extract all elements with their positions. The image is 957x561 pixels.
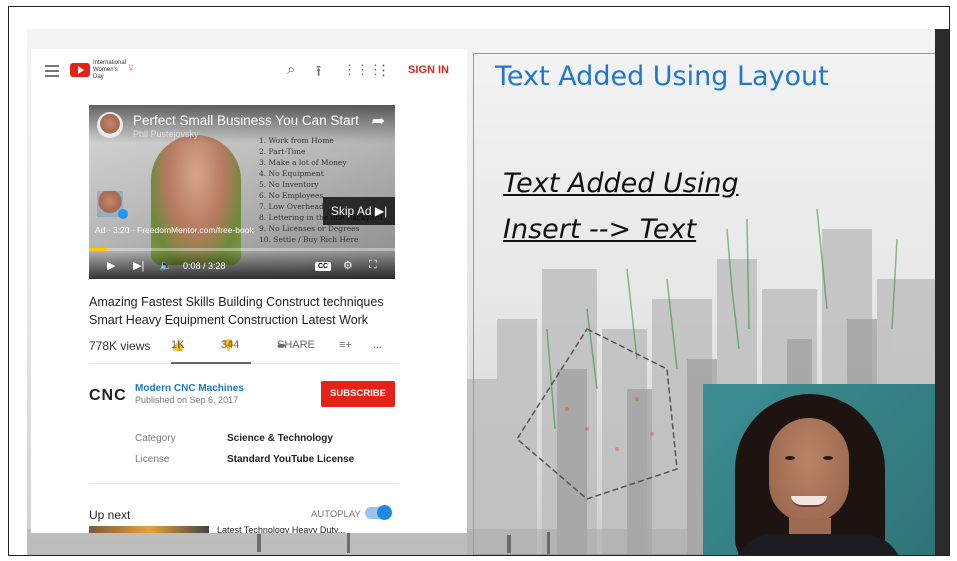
youtube-header: International Women's Day ♀ ⌕ ⭱ ⋮⋮⋮ ⋮ SI…: [31, 49, 467, 93]
player-video-title[interactable]: Perfect Small Business You Can Start: [133, 113, 359, 128]
next-video-title[interactable]: Latest Technology Heavy Duty...: [217, 525, 345, 533]
presentation-slide: Text Added Using Layout Text Added Using…: [27, 29, 949, 555]
more-vert-icon[interactable]: ⋮: [376, 61, 391, 79]
up-next-heading: Up next: [89, 508, 131, 522]
screen-frame: Text Added Using Layout Text Added Using…: [8, 6, 950, 556]
menu-icon[interactable]: [45, 65, 59, 80]
time-display: 0:08 / 3:28: [183, 261, 226, 271]
like-count: 1K: [171, 339, 185, 351]
channel-logo[interactable]: CNC: [89, 387, 127, 405]
category-value[interactable]: Science & Technology: [227, 433, 333, 444]
search-icon[interactable]: ⌕: [287, 61, 295, 78]
player-controls: ▶ ▶| 🔈 0:08 / 3:28 CC ⚙ ⛶: [89, 251, 395, 279]
more-actions-button[interactable]: ...: [373, 339, 382, 351]
layout-title-text[interactable]: Text Added Using Layout: [495, 61, 829, 92]
autoplay-label: AUTOPLAY: [311, 509, 361, 520]
metadata-divider: [89, 483, 399, 484]
video-player[interactable]: 1. Work from Home2. Part-Time 3. Make a …: [89, 105, 395, 279]
ad-info-icon[interactable]: [118, 209, 128, 219]
skip-ad-button[interactable]: Skip Ad ▶|: [323, 197, 395, 225]
upload-icon[interactable]: ⭱: [316, 61, 321, 86]
webcam-overlay: [703, 384, 935, 555]
add-to-playlist-icon[interactable]: ≡+: [339, 339, 352, 351]
category-label: Category: [135, 433, 176, 444]
license-value: Standard YouTube License: [227, 454, 355, 465]
play-icon[interactable]: ▶: [107, 259, 115, 272]
publish-date: Published on Sep 6, 2017: [135, 395, 239, 405]
autoplay-toggle[interactable]: [365, 505, 392, 520]
like-ratio-bar: [171, 362, 251, 364]
venus-symbol-icon: ♀: [126, 60, 136, 75]
video-headline: Amazing Fastest Skills Building Construc…: [89, 295, 384, 327]
captions-icon[interactable]: CC: [315, 259, 332, 271]
video-stats-row: 778K views 👍 1K 👎 344 ➦ SHARE ≡+ ...: [89, 339, 395, 359]
webcam-eye-right: [823, 456, 833, 460]
next-icon[interactable]: ▶|: [133, 259, 144, 272]
slide-edge: [935, 29, 949, 555]
share-label: SHARE: [277, 339, 315, 351]
youtube-logo-icon[interactable]: [70, 63, 90, 77]
webcam-eye-left: [785, 456, 795, 460]
inserted-text-line-2: Insert --> Text: [503, 214, 697, 245]
sign-in-button[interactable]: SIGN IN: [408, 64, 449, 76]
subscribe-button[interactable]: SUBSCRIBE: [321, 381, 395, 407]
player-channel-name[interactable]: Phil Pustejovsky: [133, 129, 199, 139]
webcam-shirt: [733, 534, 903, 555]
volume-icon[interactable]: 🔈: [159, 259, 173, 272]
logo-caption: International Women's Day: [93, 60, 127, 80]
view-count: 778K views: [89, 339, 151, 353]
settings-gear-icon[interactable]: ⚙: [343, 259, 353, 272]
owner-channel-name[interactable]: Modern CNC Machines: [135, 383, 244, 394]
inserted-text-box[interactable]: Text Added Using Insert --> Text: [503, 161, 739, 253]
channel-avatar[interactable]: [97, 112, 123, 138]
dislike-count: 344: [221, 339, 240, 351]
inserted-text-line-1: Text Added Using: [503, 168, 739, 199]
license-label: License: [135, 454, 170, 465]
youtube-panel: International Women's Day ♀ ⌕ ⭱ ⋮⋮⋮ ⋮ SI…: [31, 49, 467, 533]
ad-label[interactable]: Ad · 3:20 · FreedomMentor.com/free-book: [95, 225, 254, 235]
webcam-smile: [791, 496, 827, 507]
share-arrow-icon[interactable]: ➦: [372, 111, 385, 131]
presenter-figure: [151, 135, 241, 265]
fullscreen-icon[interactable]: ⛶: [369, 259, 377, 272]
next-video-thumbnail[interactable]: [89, 526, 209, 533]
whiteboard-list: 1. Work from Home2. Part-Time 3. Make a …: [259, 136, 383, 244]
